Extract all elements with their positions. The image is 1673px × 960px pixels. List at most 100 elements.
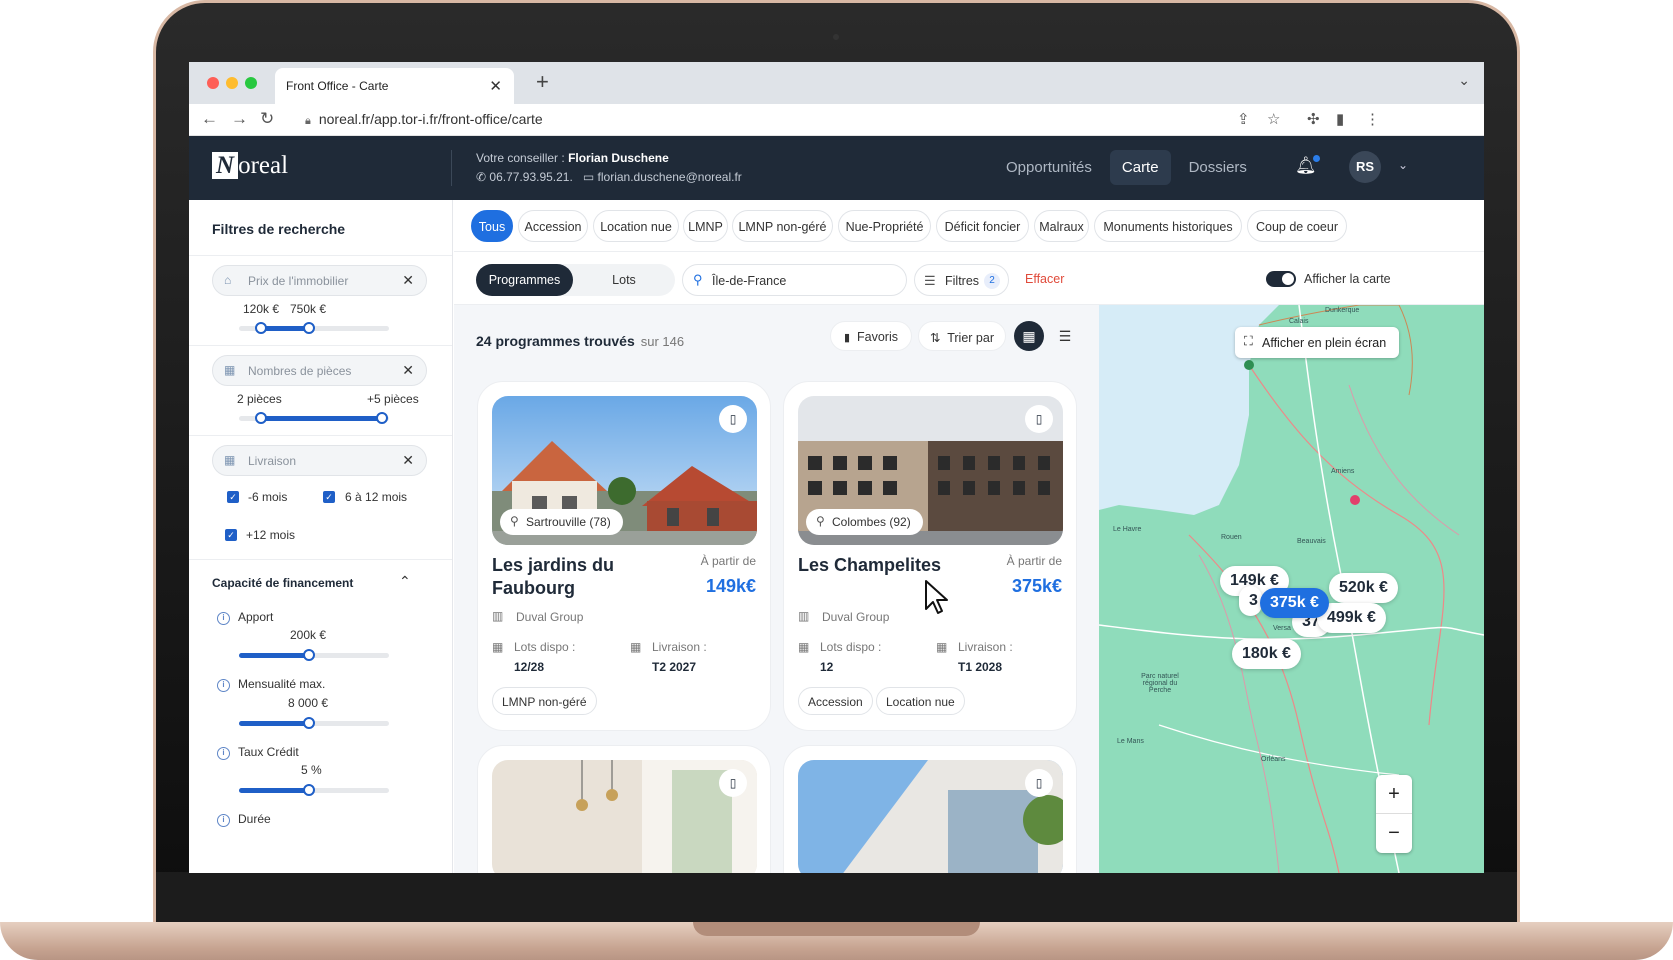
info-icon[interactable]: i bbox=[217, 679, 230, 692]
share-icon[interactable]: ⇪ bbox=[1237, 110, 1250, 128]
info-icon[interactable]: i bbox=[217, 814, 230, 827]
program-photo[interactable]: ▯ bbox=[798, 760, 1063, 873]
calendar-icon: ▦ bbox=[630, 640, 642, 654]
close-tab-icon[interactable]: ✕ bbox=[489, 77, 502, 95]
filters-button[interactable]: ☰ Filtres 2 bbox=[914, 264, 1009, 296]
browser-tab[interactable]: Front Office - Carte ✕ bbox=[275, 68, 514, 104]
address-bar: ← → ↻ 🔒︎ noreal.fr/app.tor-i.fr/front-off… bbox=[189, 104, 1484, 136]
grid-view-icon[interactable]: ▦ bbox=[1014, 321, 1044, 351]
bookmark-icon[interactable]: ▯ bbox=[1025, 405, 1053, 433]
reload-icon[interactable]: ↻ bbox=[260, 109, 274, 129]
back-icon[interactable]: ← bbox=[201, 109, 218, 129]
chip-location-nue[interactable]: Location nue bbox=[593, 210, 679, 242]
bell-icon[interactable]: 🔔︎ bbox=[1295, 155, 1320, 176]
chip-tous[interactable]: Tous bbox=[471, 210, 513, 242]
menu-icon[interactable]: ⋮ bbox=[1365, 110, 1380, 128]
location-pin-icon: ⚲ bbox=[816, 514, 825, 528]
program-card[interactable]: ▯ bbox=[477, 745, 771, 873]
tab-list-chevron-icon[interactable]: ⌄ bbox=[1458, 72, 1470, 89]
clear-filters-link[interactable]: Effacer bbox=[1025, 272, 1064, 286]
rooms-filter-field[interactable]: ▦ Nombres de pièces ✕ bbox=[212, 355, 427, 386]
map-price-marker[interactable]: 3 bbox=[1239, 586, 1262, 616]
advisor-email[interactable]: florian.duschene@noreal.fr bbox=[598, 170, 742, 184]
zoom-in-button[interactable]: + bbox=[1376, 775, 1412, 813]
chip-deficit-foncier[interactable]: Déficit foncier bbox=[936, 210, 1029, 242]
sort-button[interactable]: ⇅ Trier par bbox=[918, 321, 1006, 351]
chip-lmnp-non-gere[interactable]: LMNP non-géré bbox=[732, 210, 833, 242]
noreal-logo[interactable]: Noreal bbox=[212, 152, 288, 180]
price-from-label: À partir de bbox=[1006, 554, 1062, 568]
map-toggle[interactable] bbox=[1266, 271, 1296, 287]
chip-lmnp[interactable]: LMNP bbox=[683, 210, 728, 242]
nav-carte[interactable]: Carte bbox=[1109, 150, 1171, 185]
location-input[interactable]: ⚲ Île-de-France bbox=[682, 264, 907, 296]
advisor-line: Votre conseiller : Florian Duschene bbox=[476, 151, 669, 165]
checkbox-6-mois[interactable]: ✓ bbox=[227, 491, 239, 503]
checkbox-12-mois[interactable]: ✓ bbox=[225, 529, 237, 541]
chip-monuments-historiques[interactable]: Monuments historiques bbox=[1094, 210, 1242, 242]
delivery-filter-field[interactable]: ▦ Livraison ✕ bbox=[212, 445, 427, 476]
chevron-up-icon[interactable]: ⌃ bbox=[399, 573, 411, 590]
chevron-down-icon[interactable]: ⌄ bbox=[1398, 158, 1408, 172]
nav-opportunites[interactable]: Opportunités bbox=[994, 150, 1104, 185]
segment-programmes[interactable]: Programmes bbox=[476, 264, 573, 296]
clear-delivery-icon[interactable]: ✕ bbox=[402, 452, 414, 469]
list-view-icon[interactable]: ☰ bbox=[1050, 321, 1080, 351]
bookmark-icon[interactable]: ▯ bbox=[719, 405, 747, 433]
info-icon[interactable]: i bbox=[217, 612, 230, 625]
program-card[interactable]: ▯ ⚲ Sartrouville (78) Les jardins du Faub… bbox=[477, 381, 771, 731]
segment-lots[interactable]: Lots bbox=[573, 264, 675, 296]
developer: ▥ Duval Group bbox=[798, 609, 889, 624]
minimize-window-button[interactable] bbox=[226, 77, 238, 89]
advisor-phone[interactable]: 06.77.93.95.21. bbox=[489, 170, 572, 184]
nav-dossiers[interactable]: Dossiers bbox=[1177, 150, 1259, 185]
favoris-button[interactable]: ▮ Favoris bbox=[830, 321, 912, 351]
program-title[interactable]: Les Champelites bbox=[798, 554, 968, 577]
price-filter-field[interactable]: ⌂ Prix de l'immobilier ✕ bbox=[212, 265, 427, 296]
program-photo[interactable]: ▯ ⚲ Sartrouville (78) bbox=[492, 396, 757, 545]
map-town-label: Beauvais bbox=[1297, 538, 1326, 545]
map-price-marker[interactable]: 180k € bbox=[1232, 639, 1301, 669]
rooms-slider-max-handle[interactable] bbox=[376, 412, 388, 424]
apport-slider-handle[interactable] bbox=[303, 649, 315, 661]
avatar[interactable]: RS bbox=[1349, 151, 1381, 183]
price-filter-label: Prix de l'immobilier bbox=[248, 274, 349, 288]
taux-slider-handle[interactable] bbox=[303, 784, 315, 796]
price-slider-max-handle[interactable] bbox=[303, 322, 315, 334]
extensions-icon[interactable]: ✣ bbox=[1307, 110, 1320, 128]
map-price-marker-selected[interactable]: 375k € bbox=[1260, 588, 1329, 618]
sidebar-icon[interactable]: ▮ bbox=[1336, 110, 1344, 128]
maximize-window-button[interactable] bbox=[245, 77, 257, 89]
close-window-button[interactable] bbox=[207, 77, 219, 89]
price-slider-min-handle[interactable] bbox=[255, 322, 267, 334]
chip-malraux[interactable]: Malraux bbox=[1034, 210, 1089, 242]
program-card[interactable]: ▯ bbox=[783, 745, 1077, 873]
clear-price-icon[interactable]: ✕ bbox=[402, 272, 414, 289]
map-price-marker[interactable]: 520k € bbox=[1329, 573, 1398, 603]
chip-accession[interactable]: Accession bbox=[518, 210, 588, 242]
program-card[interactable]: ▯ ⚲ Colombes (92) Les Champelites À parti… bbox=[783, 381, 1077, 731]
bookmark-icon[interactable]: ▯ bbox=[719, 769, 747, 797]
financing-section-title[interactable]: Capacité de financement bbox=[212, 576, 353, 590]
url-field[interactable]: 🔒︎ noreal.fr/app.tor-i.fr/front-office/ca… bbox=[305, 111, 543, 128]
lots-label-text: Lots dispo : bbox=[514, 640, 576, 654]
map-town-label: Amiens bbox=[1331, 468, 1355, 475]
forward-icon[interactable]: → bbox=[231, 109, 248, 129]
program-photo[interactable]: ▯ bbox=[492, 760, 757, 873]
chip-nue-propriete[interactable]: Nue-Propriété bbox=[838, 210, 931, 242]
new-tab-icon[interactable]: + bbox=[536, 69, 549, 95]
program-photo[interactable]: ▯ ⚲ Colombes (92) bbox=[798, 396, 1063, 545]
info-icon[interactable]: i bbox=[217, 747, 230, 760]
program-title[interactable]: Les jardins du Faubourg bbox=[492, 554, 662, 600]
checkbox-6-12-mois[interactable]: ✓ bbox=[323, 491, 335, 503]
mensualite-slider-handle[interactable] bbox=[303, 717, 315, 729]
rooms-slider-min-handle[interactable] bbox=[255, 412, 267, 424]
chip-coup-de-coeur[interactable]: Coup de coeur bbox=[1247, 210, 1347, 242]
map-panel[interactable]: Dunkerque Calais Amiens Le Havre Rouen B… bbox=[1099, 305, 1484, 873]
fullscreen-button[interactable]: ⛶ Afficher en plein écran bbox=[1235, 327, 1399, 358]
results-count: 24 programmes trouvés sur 146 bbox=[476, 333, 684, 349]
zoom-out-button[interactable]: − bbox=[1376, 813, 1412, 852]
bookmark-icon[interactable]: ▯ bbox=[1025, 769, 1053, 797]
clear-rooms-icon[interactable]: ✕ bbox=[402, 362, 414, 379]
star-icon[interactable]: ☆ bbox=[1267, 110, 1280, 128]
